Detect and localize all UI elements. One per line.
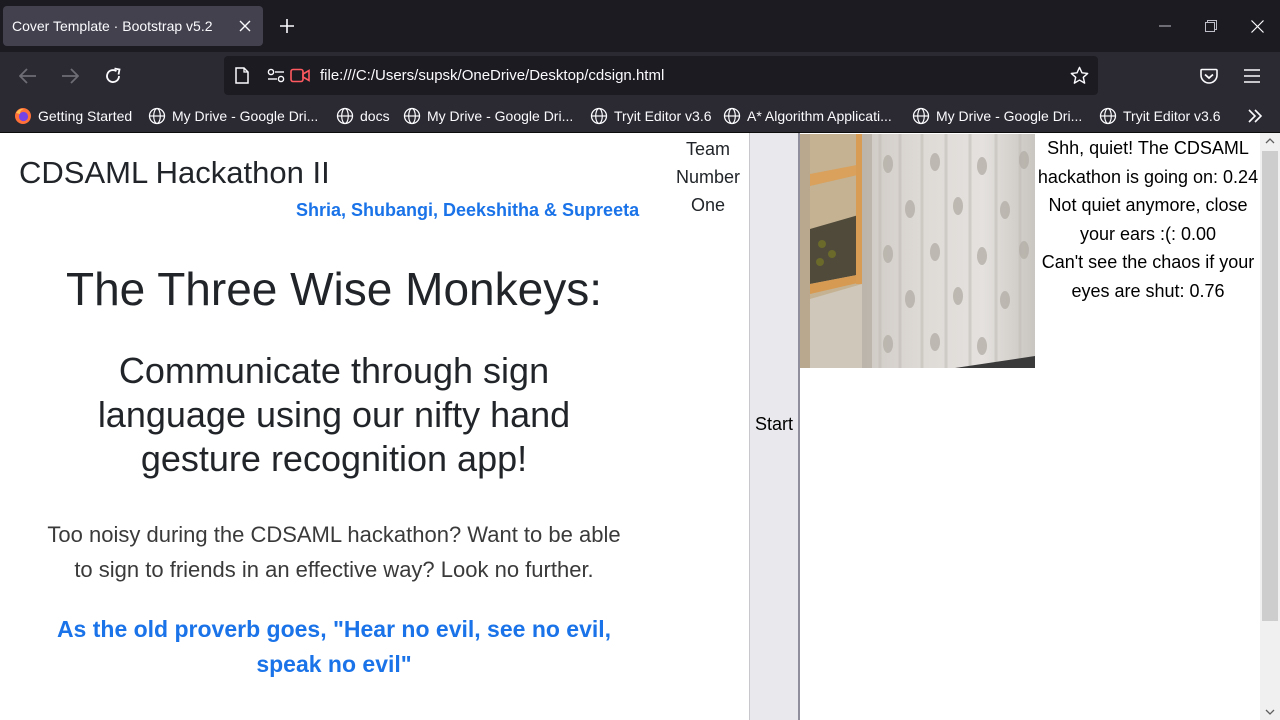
hamburger-menu-icon [1244, 69, 1260, 83]
proverb-quote: As the old proverb goes, "Hear no evil, … [56, 616, 612, 677]
bookmark-label: A* Algorithm Applicati... [747, 108, 892, 124]
reload-button[interactable] [97, 60, 129, 92]
tab-active[interactable]: Cover Template · Bootstrap v5.2 [3, 6, 263, 46]
tab-close-icon[interactable] [231, 12, 259, 40]
page-subheadline: Communicate through sign language using … [97, 350, 571, 479]
minimize-button[interactable] [1142, 8, 1188, 44]
bookmark-item[interactable]: My Drive - Google Dri... [403, 100, 573, 132]
close-icon [1250, 19, 1264, 33]
forward-button[interactable] [54, 60, 86, 92]
bookmark-label: My Drive - Google Dri... [427, 108, 574, 124]
pocket-button[interactable] [1193, 60, 1225, 92]
minimize-icon [1159, 25, 1171, 27]
globe-icon [723, 107, 741, 125]
team-line: Number [675, 167, 741, 187]
lead-paragraph: Too noisy during the CDSAML hackathon? W… [47, 522, 621, 582]
loud-readout-value: 0.00 [1181, 223, 1217, 244]
bookmark-item[interactable]: docs [336, 100, 390, 132]
eyes-readout: Can't see the chaos if your eyes are shu… [1036, 248, 1260, 305]
camera-sharing-icon[interactable] [290, 68, 310, 83]
bookmark-item[interactable]: Tryit Editor v3.6 [590, 100, 712, 132]
quiet-readout-label: Shh, quiet! The CDSAML hackathon is goin… [1037, 138, 1249, 187]
app-menu-button[interactable] [1236, 60, 1268, 92]
loud-readout: Not quiet anymore, close your ears :(: 0… [1036, 191, 1260, 248]
tab-title: Cover Template · Bootstrap v5.2 [12, 18, 213, 34]
forward-arrow-icon [62, 68, 79, 84]
chevron-double-right-icon [1248, 109, 1263, 123]
bookmark-label: Tryit Editor v3.6 [1123, 108, 1221, 124]
eyes-readout-value: 0.76 [1189, 280, 1225, 301]
webcam-video [800, 134, 1035, 368]
back-button[interactable] [12, 60, 44, 92]
bookmark-item[interactable]: Getting Started [14, 100, 132, 132]
scroll-down-arrow-icon[interactable] [1260, 704, 1280, 720]
page-viewport: CDSAML Hackathon II Shria, Shubangi, Dee… [0, 133, 1280, 720]
bookmark-label: docs [360, 108, 390, 124]
site-brand: CDSAML Hackathon II [19, 155, 330, 190]
reload-icon [106, 67, 121, 83]
webcam-frame-image [800, 134, 1035, 368]
pocket-icon [1200, 68, 1218, 84]
close-window-button[interactable] [1234, 8, 1280, 44]
quiet-readout-value: 0.24 [1223, 166, 1259, 187]
plus-icon [280, 19, 294, 33]
globe-icon [912, 107, 930, 125]
bookmarks-toolbar: Getting Started My Drive - Google Dri...… [0, 100, 1280, 133]
vertical-scrollbar[interactable] [1260, 133, 1280, 720]
team-label: Team Number One [668, 135, 748, 219]
url-text: file:///C:/Users/supsk/OneDrive/Desktop/… [320, 67, 665, 84]
back-arrow-icon [19, 68, 36, 84]
globe-icon [148, 107, 166, 125]
new-tab-button[interactable] [272, 11, 302, 41]
scroll-up-arrow-icon[interactable] [1260, 133, 1280, 149]
bookmark-item[interactable]: My Drive - Google Dri... [912, 100, 1082, 132]
permissions-icon[interactable] [267, 68, 285, 83]
page-icon [235, 67, 249, 84]
bookmark-label: My Drive - Google Dri... [172, 108, 319, 124]
globe-icon [403, 107, 421, 125]
bookmark-star-icon[interactable] [1070, 66, 1089, 85]
bookmark-item[interactable]: Tryit Editor v3.6 [1099, 100, 1221, 132]
author-names: Shria, Shubangi, Deekshitha & Supreeta [296, 200, 640, 220]
bookmark-label: My Drive - Google Dri... [936, 108, 1083, 124]
url-bar[interactable]: file:///C:/Users/supsk/OneDrive/Desktop/… [224, 56, 1098, 95]
bookmark-item[interactable]: A* Algorithm Applicati... [723, 100, 892, 132]
tab-strip: Cover Template · Bootstrap v5.2 [0, 0, 1280, 52]
globe-icon [590, 107, 608, 125]
gesture-readouts: Shh, quiet! The CDSAML hackathon is goin… [1036, 134, 1260, 305]
page-headline: The Three Wise Monkeys: [65, 263, 602, 315]
start-button[interactable]: Start [749, 133, 800, 720]
team-line: Team [685, 139, 730, 159]
globe-icon [336, 107, 354, 125]
restore-icon [1205, 20, 1217, 32]
loud-readout-label: Not quiet anymore, close your ears :(: [1048, 195, 1248, 244]
bookmark-label: Tryit Editor v3.6 [614, 108, 712, 124]
globe-icon [1099, 107, 1117, 125]
scrollbar-thumb[interactable] [1262, 151, 1278, 621]
bookmark-label: Getting Started [38, 108, 133, 124]
team-line: One [690, 195, 726, 215]
restore-button[interactable] [1188, 8, 1234, 44]
bookmarks-overflow-button[interactable] [1247, 100, 1269, 132]
bookmark-item[interactable]: My Drive - Google Dri... [148, 100, 318, 132]
firefox-icon [15, 108, 31, 124]
quiet-readout: Shh, quiet! The CDSAML hackathon is goin… [1036, 134, 1260, 191]
